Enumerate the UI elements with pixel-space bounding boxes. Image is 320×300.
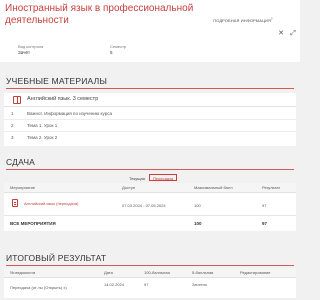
materials-card: Английский язык. 3 семестр 1 Важно!. Инф… — [4, 93, 296, 146]
section-divider — [6, 169, 294, 170]
tab-current[interactable]: Текущая — [125, 174, 149, 181]
submission-tabs: Текущая Пересдача — [125, 174, 178, 181]
item-number: 2 — [11, 123, 14, 128]
materials-card-header[interactable]: Английский язык. 3 семестр — [4, 93, 296, 107]
col-event: Мероприятие — [10, 185, 36, 190]
item-number: 1 — [11, 111, 14, 116]
item-label: Важно!. Информация по изучению курса — [27, 111, 112, 116]
total-max: 100 — [194, 221, 202, 226]
final-heading: ИТОГОВЫЙ РЕЗУЛЬТАТ — [6, 253, 107, 263]
event-link[interactable]: Английский язык (пересдача) — [24, 201, 78, 206]
submission-heading: СДАЧА — [6, 157, 36, 167]
total-result: 97 — [262, 221, 268, 226]
tab-retake[interactable]: Пересдача — [148, 174, 178, 181]
col-edit: Редактирование — [240, 270, 271, 275]
item-number: 3 — [11, 135, 14, 140]
item-label: Тема 1. Урок 1 — [27, 123, 58, 128]
result-score: 97 — [262, 203, 267, 208]
final-date: 14.02.2024 — [104, 282, 125, 287]
list-item[interactable]: 3 Тема 2. Урок 2 — [4, 132, 296, 144]
materials-card-title: Английский язык. 3 семестр — [27, 96, 99, 102]
col-score5: 5-балльная — [192, 270, 214, 275]
semester-label: Семестр — [110, 44, 127, 49]
table-header: Мероприятие Доступ Максимальный балл Рез… — [4, 183, 296, 193]
list-item[interactable]: 2 Тема 1. Урок 1 — [4, 120, 296, 132]
table-header: № ведомости Дата 100-балльная 5-балльная… — [4, 268, 296, 278]
details-link[interactable]: ПОДРОБНАЯ ИНФОРМАЦИЯ — [213, 18, 271, 23]
col-result: Результат — [262, 185, 281, 190]
item-label: Тема 2. Урок 2 — [27, 135, 58, 140]
course-header: Иностранный язык в профессиональной деят… — [0, 0, 300, 62]
chevron-right-icon[interactable]: › — [271, 17, 276, 22]
list-item[interactable]: 1 Важно!. Информация по изучению курса — [4, 108, 296, 120]
control-type-value: Зачёт — [18, 50, 31, 55]
close-icon[interactable]: ✕ — [277, 30, 285, 38]
max-score: 100 — [194, 203, 201, 208]
col-score100: 100-балльная — [144, 270, 170, 275]
final-score100: 97 — [144, 282, 149, 287]
section-divider — [6, 88, 294, 89]
book-icon — [13, 96, 21, 104]
row-divider — [4, 215, 296, 216]
submission-table: Мероприятие Доступ Максимальный балл Рез… — [4, 183, 296, 231]
page-title: Иностранный язык в профессиональной деят… — [5, 3, 194, 26]
col-max: Максимальный балл — [194, 185, 233, 190]
col-date: Дата — [104, 270, 113, 275]
col-sheet: № ведомости — [10, 270, 36, 275]
col-access: Доступ — [122, 185, 136, 190]
sheet-link[interactable]: Пересдача (от-ты (Открыть) x) — [10, 285, 67, 290]
materials-heading: УЧЕБНЫЕ МАТЕРИАЛЫ — [6, 76, 108, 86]
access-dates: 07.03.2024 - 07.05.2024 — [122, 203, 166, 208]
expand-icon[interactable]: ⤢ — [289, 30, 297, 38]
final-table: № ведомости Дата 100-балльная 5-балльная… — [4, 268, 296, 298]
total-label: ВСЕ МЕРОПРИЯТИЯ — [10, 221, 56, 226]
semester-value: 5 — [110, 50, 113, 55]
control-type-label: Вид контроля — [18, 44, 44, 49]
document-icon — [12, 199, 18, 207]
final-score5: Зачтено — [192, 282, 208, 287]
section-divider — [6, 265, 294, 266]
